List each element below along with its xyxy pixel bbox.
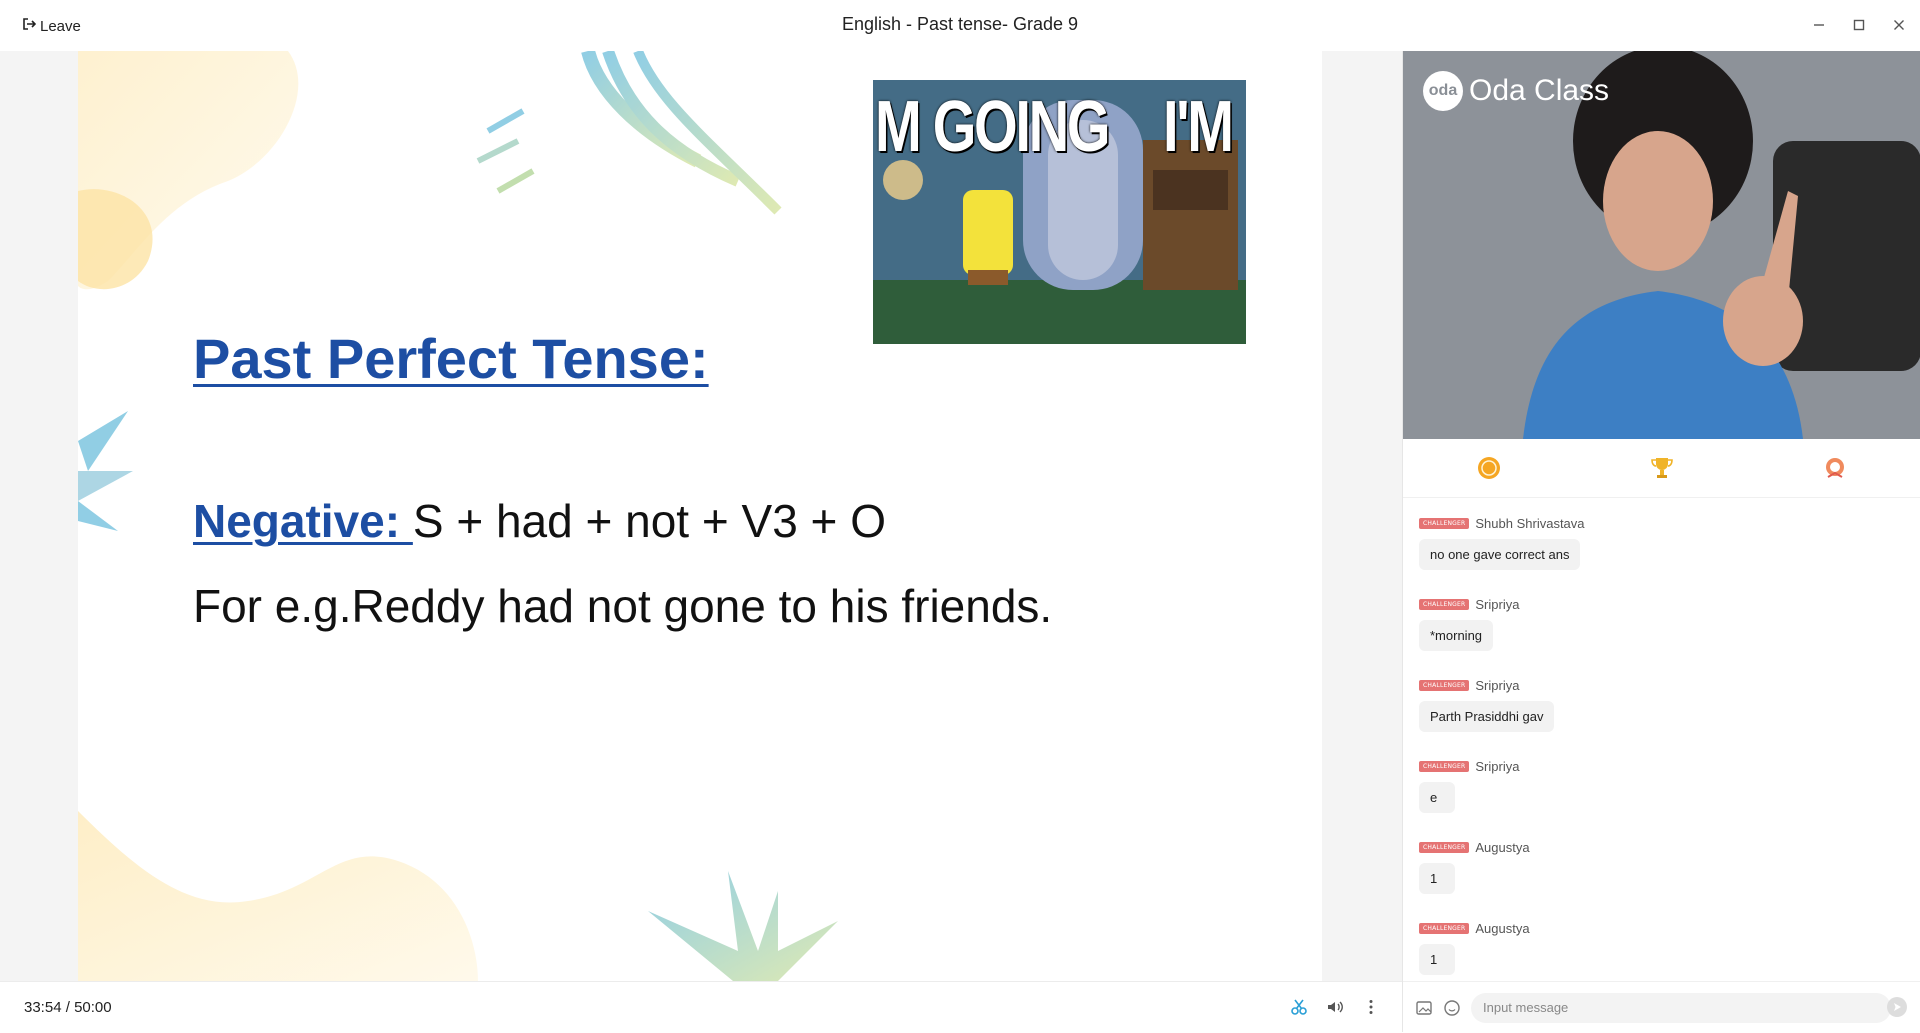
send-icon — [1894, 1003, 1901, 1011]
reward-badge-icon — [1825, 458, 1844, 478]
clip-button[interactable] — [1288, 995, 1310, 1019]
maximize-icon — [1853, 19, 1865, 31]
current-time: 33:54 — [24, 999, 62, 1016]
chat-username: Augustya — [1475, 920, 1530, 936]
chat-bubble: 1 — [1419, 863, 1455, 894]
presentation-stage: M GOING I'M Past Perfect Tense: Negative… — [0, 51, 1402, 981]
emoji-button[interactable] — [1441, 997, 1463, 1019]
chat-username: Sripriya — [1475, 758, 1520, 774]
right-panel: oda Oda Class CHALLENGER Shubh Shrivastav… — [1402, 51, 1920, 1032]
window-title: English - Past tense- Grade 9 — [841, 14, 1079, 34]
window-controls — [1808, 12, 1910, 38]
chat-message: CHALLENGER Shubh Shrivastava no one gave … — [1419, 513, 1909, 574]
negative-formula: S + had + not + V3 + O — [412, 495, 886, 547]
minimize-icon — [1814, 24, 1824, 26]
chat-message: CHALLENGER Sripriya Parth Prasiddhi gav — [1419, 675, 1909, 736]
minimize-button[interactable] — [1808, 12, 1830, 38]
chat-bubble: 1 — [1419, 944, 1455, 975]
teacher-video: oda Oda Class — [1403, 51, 1920, 439]
chat-username: Sripriya — [1475, 596, 1520, 612]
chat-message: CHALLENGER Augustya 1 — [1419, 837, 1909, 898]
gif-caption-left: M GOING — [875, 87, 1111, 167]
chat-message: CHALLENGER Sripriya e — [1419, 756, 1909, 817]
send-button[interactable] — [1887, 997, 1907, 1017]
more-vertical-icon — [1369, 1000, 1373, 1014]
tab-leaderboard[interactable] — [1642, 448, 1682, 488]
tab-rewards[interactable] — [1815, 448, 1855, 488]
tab-coins[interactable] — [1469, 448, 1509, 488]
spongebob-gif: M GOING I'M — [873, 80, 1246, 344]
chat-bubble: *morning — [1419, 620, 1494, 651]
more-options-button[interactable] — [1360, 995, 1382, 1019]
player-controls — [1288, 995, 1382, 1019]
image-upload-button[interactable] — [1413, 997, 1435, 1019]
chat-username: Sripriya — [1475, 677, 1520, 693]
slide-heading: Past Perfect Tense: — [193, 327, 709, 390]
title-bar: Leave English - Past tense- Grade 9 — [0, 0, 1920, 52]
chat-username: Augustya — [1475, 839, 1530, 855]
close-icon — [1894, 20, 1904, 30]
image-icon — [1416, 1000, 1432, 1015]
time-separator: / — [65, 999, 70, 1016]
challenger-badge: CHALLENGER — [1419, 598, 1470, 610]
close-button[interactable] — [1888, 12, 1910, 38]
challenger-badge: CHALLENGER — [1419, 841, 1470, 853]
player-bar: 33:54 / 50:00 — [0, 981, 1402, 1033]
message-input[interactable] — [1471, 992, 1891, 1023]
challenger-badge: CHALLENGER — [1419, 517, 1470, 529]
panel-tabs — [1403, 439, 1920, 498]
challenger-badge: CHALLENGER — [1419, 760, 1470, 772]
slide: M GOING I'M Past Perfect Tense: Negative… — [78, 51, 1322, 981]
chat-input-bar — [1403, 981, 1920, 1033]
challenger-badge: CHALLENGER — [1419, 679, 1470, 691]
chat-username: Shubh Shrivastava — [1475, 515, 1585, 531]
negative-rule: Negative: S + had + not + V3 + O — [193, 494, 886, 548]
chat-message: CHALLENGER Augustya 1 — [1419, 918, 1909, 979]
total-time: 50:00 — [74, 999, 112, 1016]
emoji-icon — [1444, 999, 1460, 1016]
maximize-button[interactable] — [1848, 12, 1870, 38]
scissors-icon — [1291, 999, 1307, 1015]
example-sentence: For e.g.Reddy had not gone to his friend… — [193, 580, 1053, 632]
chat-messages: CHALLENGER Shubh Shrivastava no one gave … — [1419, 513, 1909, 999]
chat-bubble: no one gave correct ans — [1419, 539, 1581, 570]
negative-label: Negative: — [193, 495, 413, 547]
challenger-badge: CHALLENGER — [1419, 922, 1470, 934]
oda-class-logo: oda Oda Class — [1423, 71, 1609, 111]
oda-logo-text: Oda Class — [1469, 74, 1610, 107]
trophy-icon — [1651, 458, 1673, 478]
oda-logo-badge: oda — [1423, 71, 1463, 111]
gif-caption-right: I'M — [1163, 87, 1234, 167]
chat-message: CHALLENGER Sripriya *morning — [1419, 594, 1909, 655]
playback-time: 33:54 / 50:00 — [24, 999, 112, 1016]
chat-bubble: e — [1419, 782, 1455, 813]
chat-bubble: Parth Prasiddhi gav — [1419, 701, 1555, 732]
coin-icon — [1478, 457, 1501, 479]
volume-icon — [1328, 1001, 1343, 1013]
volume-button[interactable] — [1324, 995, 1346, 1019]
